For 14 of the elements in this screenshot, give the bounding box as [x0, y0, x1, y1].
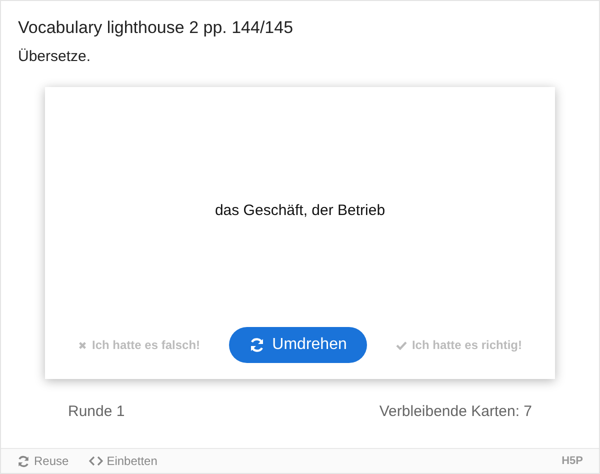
flip-button[interactable]: Umdrehen — [229, 327, 367, 363]
refresh-icon — [17, 454, 30, 468]
logo: H5P — [562, 455, 583, 467]
refresh-icon — [249, 337, 266, 353]
close-icon — [78, 340, 87, 350]
card-text: das Geschäft, der Betrieb — [214, 202, 386, 218]
check-icon — [396, 340, 407, 350]
round-label: Runde 1 — [68, 403, 125, 420]
embed-link[interactable]: Einbetten — [88, 454, 158, 468]
remaining-cards-label: Verbleibende Karten: 7 — [379, 403, 532, 420]
activity-title: Vocabulary lighthouse 2 pp. 144/145 — [18, 17, 294, 39]
code-icon — [88, 456, 103, 466]
reuse-link[interactable]: Reuse — [17, 454, 69, 468]
instruction-text: Übersetze. — [18, 47, 92, 67]
